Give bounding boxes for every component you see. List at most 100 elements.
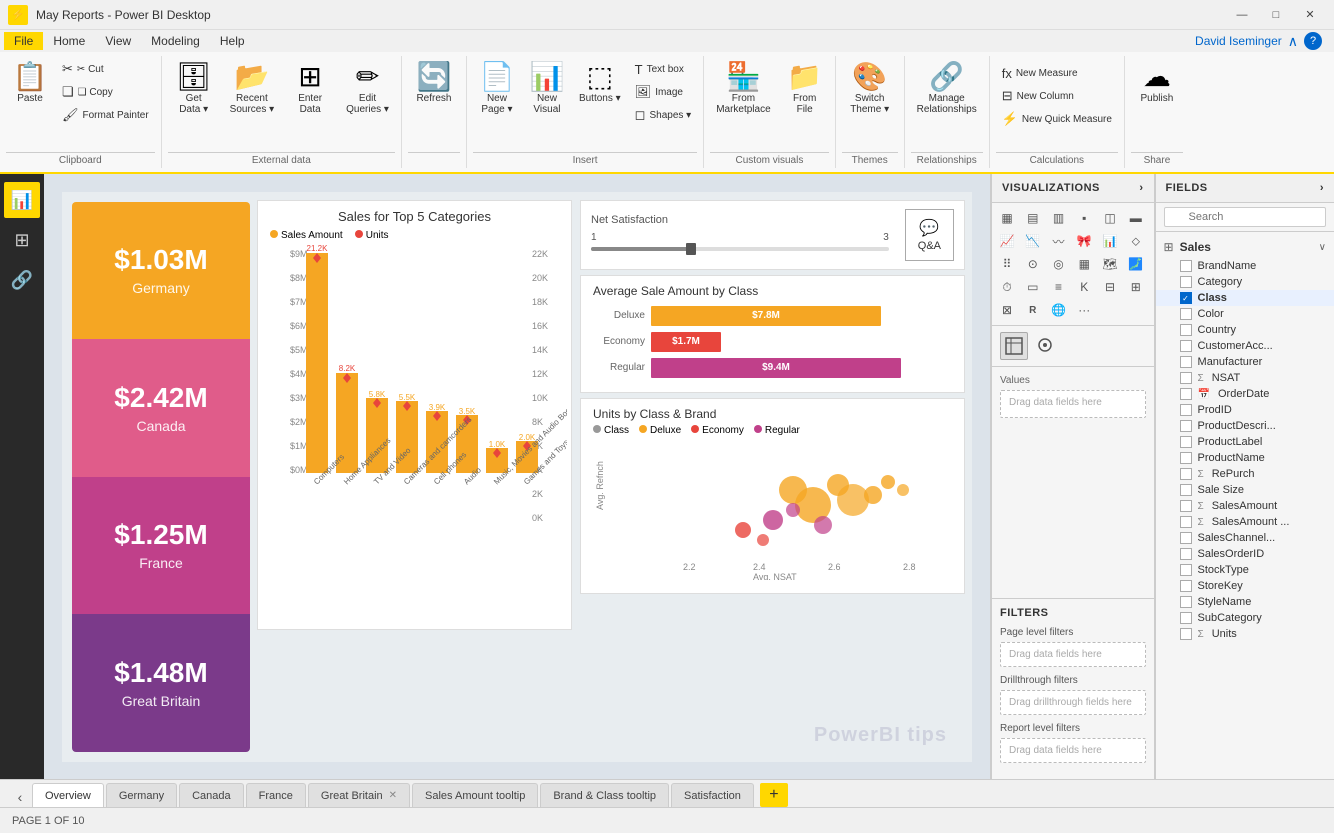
- close-button[interactable]: ✕: [1294, 5, 1326, 25]
- page-filters-drop[interactable]: Drag data fields here: [1000, 642, 1146, 667]
- viz-card[interactable]: ▭: [1022, 276, 1044, 298]
- field-salesamount2-checkbox[interactable]: [1180, 516, 1192, 528]
- field-salesorderid[interactable]: SalesOrderID: [1156, 546, 1334, 562]
- field-repurch-checkbox[interactable]: [1180, 468, 1192, 480]
- viz-more[interactable]: ···: [1073, 299, 1095, 321]
- viz-fields-tab[interactable]: [1000, 332, 1028, 360]
- viz-kpi[interactable]: K: [1073, 276, 1095, 298]
- viz-format-tab[interactable]: [1032, 332, 1058, 360]
- field-units-checkbox[interactable]: [1180, 628, 1192, 640]
- field-productname-checkbox[interactable]: [1180, 452, 1192, 464]
- field-subcategory-checkbox[interactable]: [1180, 612, 1192, 624]
- sidebar-report-view[interactable]: 📊: [4, 182, 40, 218]
- field-customeracc[interactable]: CustomerAcc...: [1156, 338, 1334, 354]
- maximize-button[interactable]: □: [1260, 5, 1292, 25]
- viz-area[interactable]: 📉: [1022, 230, 1044, 252]
- field-saleschannel[interactable]: SalesChannel...: [1156, 530, 1334, 546]
- viz-table[interactable]: ⊞: [1125, 276, 1147, 298]
- help-icon[interactable]: ?: [1304, 32, 1322, 50]
- switch-theme-button[interactable]: 🎨 SwitchTheme ▾: [842, 58, 898, 119]
- viz-filled-map[interactable]: 🗾: [1125, 253, 1147, 275]
- field-storekey[interactable]: StoreKey: [1156, 578, 1334, 594]
- satisfaction-slider[interactable]: [591, 247, 889, 251]
- field-nsat[interactable]: Σ NSAT: [1156, 370, 1334, 386]
- field-stylename-checkbox[interactable]: [1180, 596, 1192, 608]
- add-tab-button[interactable]: +: [760, 783, 788, 807]
- copy-button[interactable]: ❏ ❏ Copy: [56, 81, 155, 103]
- tab-scroll-left[interactable]: ‹: [8, 787, 32, 807]
- field-salesize[interactable]: Sale Size: [1156, 482, 1334, 498]
- viz-stacked-col[interactable]: ◫: [1099, 207, 1121, 229]
- field-orderdate[interactable]: 📅 OrderDate: [1156, 386, 1334, 402]
- field-country-checkbox[interactable]: [1180, 324, 1192, 336]
- field-prodid-checkbox[interactable]: [1180, 404, 1192, 416]
- qa-button[interactable]: 💬 Q&A: [905, 209, 954, 261]
- field-manufacturer[interactable]: Manufacturer: [1156, 354, 1334, 370]
- tab-france[interactable]: France: [246, 783, 306, 807]
- field-salesamount2[interactable]: Σ SalesAmount ...: [1156, 514, 1334, 530]
- field-customeracc-checkbox[interactable]: [1180, 340, 1192, 352]
- buttons-button[interactable]: ⬚ Buttons ▾: [573, 58, 627, 108]
- viz-treemap[interactable]: ▦: [1073, 253, 1095, 275]
- viz-matrix[interactable]: ⊠: [996, 299, 1018, 321]
- viz-line[interactable]: 📈: [996, 230, 1018, 252]
- new-visual-button[interactable]: 📊 NewVisual: [523, 58, 571, 119]
- get-data-button[interactable]: 🗄 GetData ▾: [168, 58, 220, 119]
- field-orderdate-checkbox[interactable]: [1180, 388, 1192, 400]
- field-productdescri-checkbox[interactable]: [1180, 420, 1192, 432]
- viz-slicer[interactable]: ⊟: [1099, 276, 1121, 298]
- field-color[interactable]: Color: [1156, 306, 1334, 322]
- report-filters-drop[interactable]: Drag data fields here: [1000, 738, 1146, 763]
- paste-button[interactable]: 📋 Paste: [6, 58, 54, 108]
- viz-clustered-bar[interactable]: ▤: [1022, 207, 1044, 229]
- fields-table-sales[interactable]: ⊞ Sales ∨: [1156, 236, 1334, 258]
- tab-sales-tooltip[interactable]: Sales Amount tooltip: [412, 783, 538, 807]
- enter-data-button[interactable]: ⊞ EnterData: [284, 58, 336, 119]
- new-measure-button[interactable]: fx New Measure: [996, 62, 1118, 84]
- image-button[interactable]: 🖼 Image: [629, 81, 698, 103]
- sidebar-data-view[interactable]: ⊞: [4, 222, 40, 258]
- tab-brand-class[interactable]: Brand & Class tooltip: [540, 783, 669, 807]
- menu-home[interactable]: Home: [43, 32, 95, 50]
- cut-button[interactable]: ✂ ✂ Cut: [56, 58, 155, 80]
- manage-relationships-button[interactable]: 🔗 ManageRelationships: [911, 58, 983, 119]
- viz-stacked-bar[interactable]: ▦: [996, 207, 1018, 229]
- viz-stacked-bar-100[interactable]: ▥: [1048, 207, 1070, 229]
- shapes-button[interactable]: ◻ Shapes ▾: [629, 104, 698, 126]
- field-brandname[interactable]: BrandName: [1156, 258, 1334, 274]
- viz-expand-button[interactable]: ›: [1139, 182, 1143, 194]
- menu-file[interactable]: File: [4, 32, 43, 50]
- field-repurch[interactable]: Σ RePurch: [1156, 466, 1334, 482]
- viz-map[interactable]: 🗺: [1099, 253, 1121, 275]
- viz-drop-zone[interactable]: Drag data fields here: [1000, 390, 1146, 418]
- field-productdescri[interactable]: ProductDescri...: [1156, 418, 1334, 434]
- viz-scatter[interactable]: ⠿: [996, 253, 1018, 275]
- field-class-checkbox[interactable]: ✓: [1180, 292, 1192, 304]
- tab-satisfaction[interactable]: Satisfaction: [671, 783, 754, 807]
- drillthrough-filters-drop[interactable]: Drag drillthrough fields here: [1000, 690, 1146, 715]
- field-nsat-checkbox[interactable]: [1180, 372, 1192, 384]
- viz-clustered-col[interactable]: ▪: [1073, 207, 1095, 229]
- field-prodid[interactable]: ProdID: [1156, 402, 1334, 418]
- viz-funnel[interactable]: ⬦: [1125, 230, 1147, 252]
- fields-search-input[interactable]: [1164, 207, 1326, 227]
- new-quick-measure-button[interactable]: ⚡ New Quick Measure: [996, 108, 1118, 130]
- tab-canada[interactable]: Canada: [179, 783, 244, 807]
- viz-waterfall[interactable]: 📊: [1099, 230, 1121, 252]
- field-subcategory[interactable]: SubCategory: [1156, 610, 1334, 626]
- viz-ribbon[interactable]: 🎀: [1073, 230, 1095, 252]
- refresh-button[interactable]: 🔄 Refresh: [408, 58, 460, 108]
- field-country[interactable]: Country: [1156, 322, 1334, 338]
- field-productlabel-checkbox[interactable]: [1180, 436, 1192, 448]
- canvas[interactable]: $1.03M Germany $2.42M Canada $1.25M Fran…: [44, 174, 990, 779]
- from-file-button[interactable]: 📁 FromFile: [781, 58, 829, 119]
- field-brandname-checkbox[interactable]: [1180, 260, 1192, 272]
- menu-view[interactable]: View: [95, 32, 141, 50]
- tab-great-britain-close[interactable]: ✕: [389, 790, 397, 801]
- recent-sources-button[interactable]: 📂 RecentSources ▾: [224, 58, 280, 119]
- from-marketplace-button[interactable]: 🏪 FromMarketplace: [710, 58, 776, 119]
- field-category-checkbox[interactable]: [1180, 276, 1192, 288]
- viz-gauge[interactable]: ⏱: [996, 276, 1018, 298]
- field-category[interactable]: Category: [1156, 274, 1334, 290]
- field-saleschannel-checkbox[interactable]: [1180, 532, 1192, 544]
